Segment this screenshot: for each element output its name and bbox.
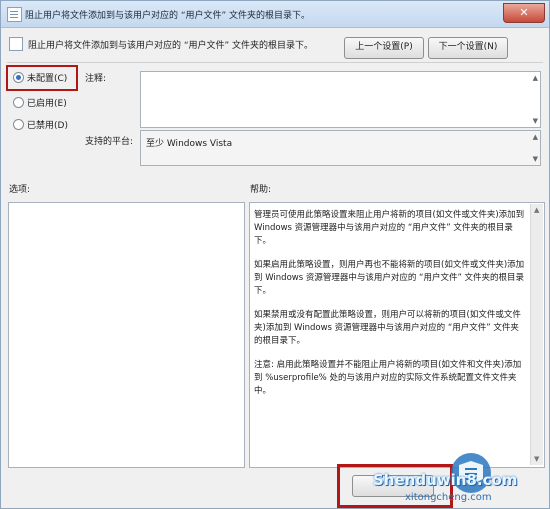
policy-setting-icon bbox=[9, 37, 23, 51]
scroll-up-arrow-icon[interactable]: ▲ bbox=[533, 133, 538, 141]
scroll-down-arrow-icon[interactable]: ▼ bbox=[534, 455, 539, 463]
radio-indicator[interactable] bbox=[13, 97, 24, 108]
previous-setting-button[interactable]: 上一个设置(P) bbox=[344, 37, 424, 59]
options-section-label: 选项: bbox=[9, 185, 31, 195]
policy-document-icon bbox=[7, 7, 22, 22]
radio-label: 未配置(C) bbox=[27, 74, 68, 84]
help-text: 管理员可使用此策略设置来阻止用户将新的项目(如文件或文件夹)添加到 Window… bbox=[254, 209, 526, 409]
scroll-down-arrow-icon[interactable]: ▼ bbox=[533, 117, 538, 125]
radio-enabled[interactable]: 已启用(E) bbox=[13, 96, 67, 109]
help-scrollbar[interactable]: ▲ ▼ bbox=[530, 204, 543, 465]
help-paragraph: 如果启用此策略设置，则用户再也不能将新的项目(如文件或文件夹)添加到 Windo… bbox=[254, 260, 525, 296]
help-paragraph: 注意: 启用此策略设置并不能阻止用户将新的项目(如文件和文件夹)添加到 %use… bbox=[254, 360, 522, 396]
header-divider bbox=[7, 62, 543, 63]
radio-label: 已禁用(D) bbox=[27, 121, 68, 131]
supported-platform-value: 至少 Windows Vista bbox=[146, 139, 233, 149]
watermark-brand: Shenduwin8.com bbox=[373, 471, 518, 489]
radio-indicator[interactable] bbox=[13, 119, 24, 130]
comment-textarea[interactable]: ▲ ▼ bbox=[140, 71, 541, 128]
scroll-up-arrow-icon[interactable]: ▲ bbox=[534, 206, 539, 214]
watermark-url: xitongcheng.com bbox=[405, 492, 492, 503]
radio-disabled[interactable]: 已禁用(D) bbox=[13, 118, 68, 131]
radio-indicator[interactable] bbox=[13, 72, 24, 83]
close-button[interactable]: ✕ bbox=[503, 3, 545, 23]
options-pane bbox=[8, 202, 245, 468]
supported-platform-field: 至少 Windows Vista ▲ ▼ bbox=[140, 130, 541, 166]
radio-not-configured[interactable]: 未配置(C) bbox=[13, 71, 67, 84]
policy-dialog-window: 阻止用户将文件添加到与该用户对应的 “用户文件” 文件夹的根目录下。 ✕ 阻止用… bbox=[0, 0, 550, 509]
supported-platform-label: 支持的平台: bbox=[85, 137, 134, 147]
title-bar[interactable]: 阻止用户将文件添加到与该用户对应的 “用户文件” 文件夹的根目录下。 ✕ bbox=[1, 1, 549, 28]
policy-name: 阻止用户将文件添加到与该用户对应的 “用户文件” 文件夹的根目录下。 bbox=[28, 41, 314, 51]
comment-label: 注释: bbox=[85, 74, 107, 84]
scroll-up-arrow-icon[interactable]: ▲ bbox=[533, 74, 538, 82]
help-paragraph: 如果禁用或没有配置此策略设置，则用户可以将新的项目(如文件或文件夹)添加到 Wi… bbox=[254, 310, 521, 346]
scroll-down-arrow-icon[interactable]: ▼ bbox=[533, 155, 538, 163]
next-setting-button[interactable]: 下一个设置(N) bbox=[428, 37, 508, 59]
window-title: 阻止用户将文件添加到与该用户对应的 “用户文件” 文件夹的根目录下。 bbox=[25, 11, 311, 21]
help-section-label: 帮助: bbox=[250, 185, 272, 195]
radio-label: 已启用(E) bbox=[27, 99, 67, 109]
help-paragraph: 管理员可使用此策略设置来阻止用户将新的项目(如文件或文件夹)添加到 Window… bbox=[254, 210, 525, 246]
